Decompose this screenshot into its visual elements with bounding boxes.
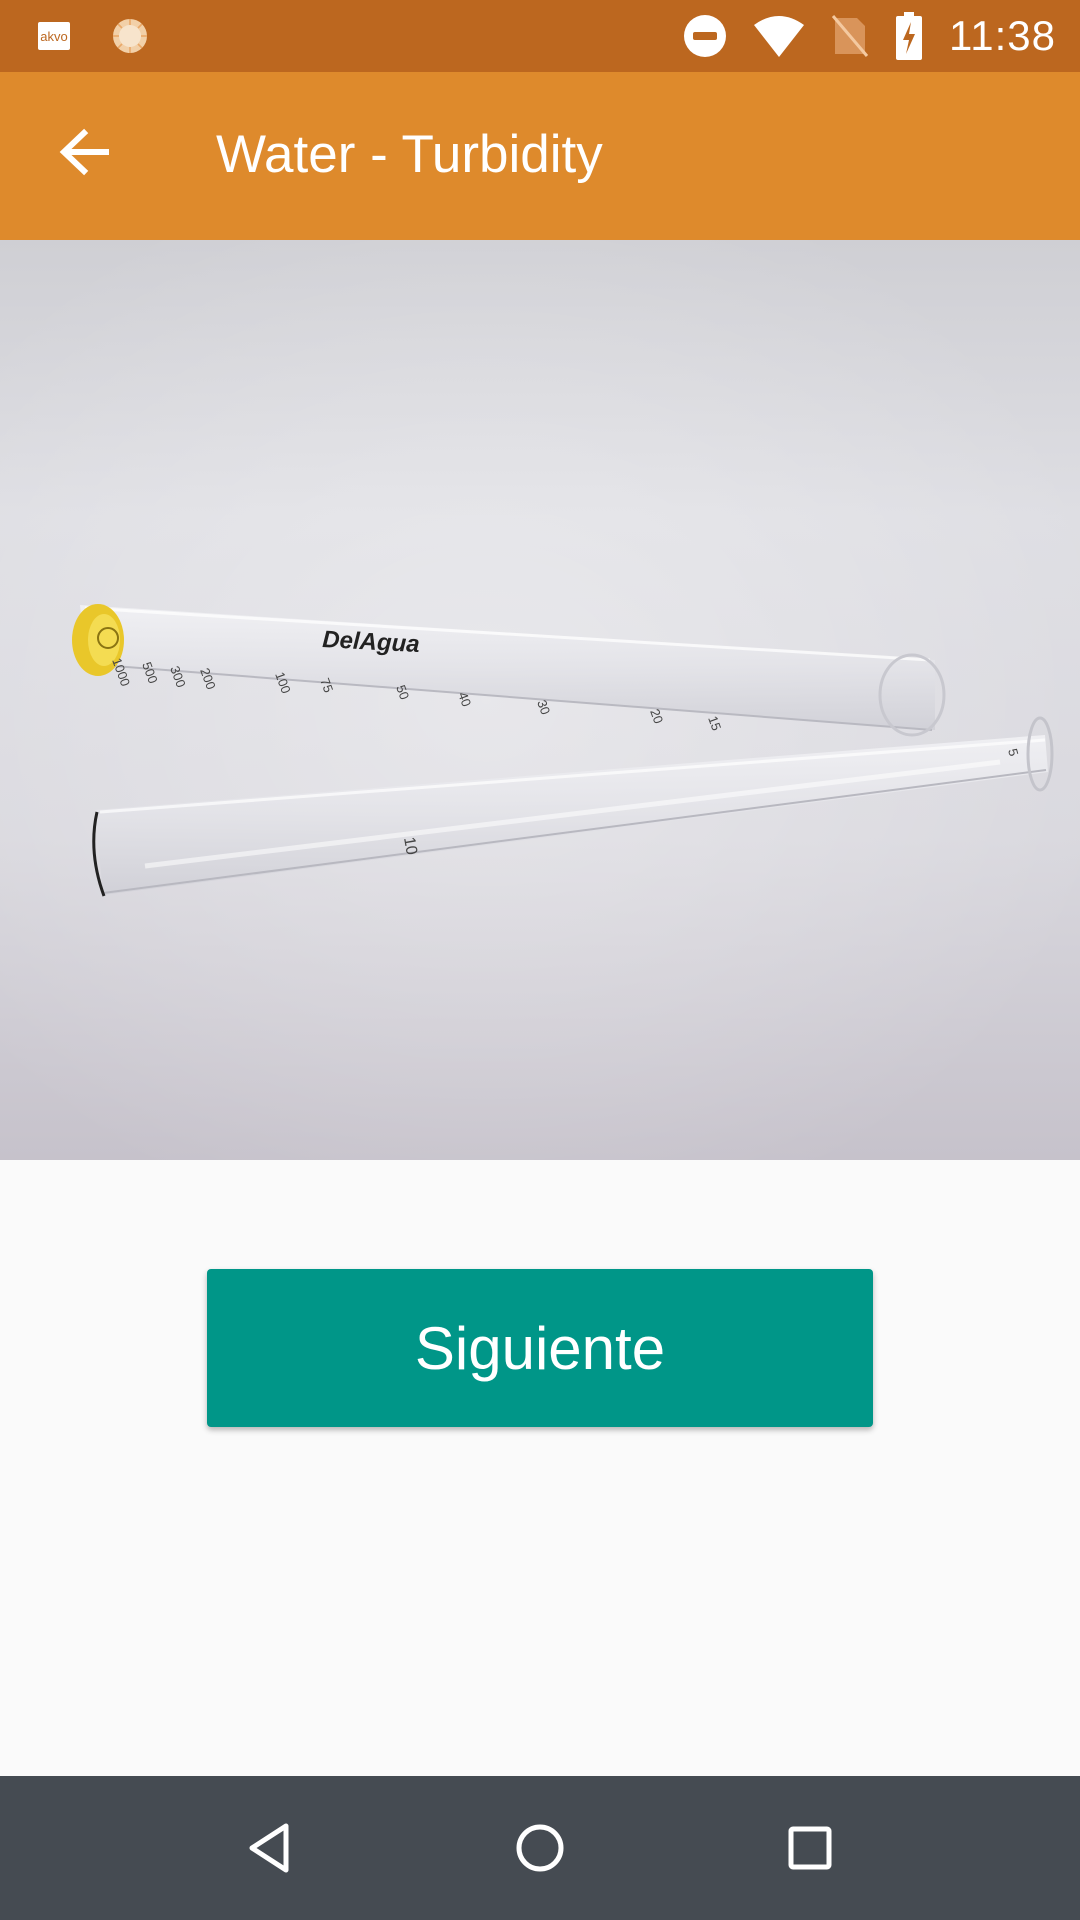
clock: 11:38: [949, 12, 1056, 59]
back-button[interactable]: [44, 112, 124, 192]
home-circle-icon: [516, 1824, 564, 1872]
no-sim-icon: [831, 15, 869, 57]
nav-home-button[interactable]: [500, 1808, 580, 1888]
arrow-back-icon: [59, 128, 109, 176]
turbidity-tube-image: 1000 500 300 200 100 75 50 40 30 20 15 1…: [0, 240, 1080, 1160]
nav-recents-button[interactable]: [770, 1808, 850, 1888]
navigation-bar: [0, 1776, 1080, 1920]
back-triangle-icon: [249, 1823, 289, 1873]
app-bar: Water - Turbidity: [0, 72, 1080, 240]
sun-icon: [113, 19, 147, 53]
battery-charging-icon: [896, 12, 922, 60]
brand-label: DelAgua: [322, 626, 421, 658]
nav-back-button[interactable]: [230, 1808, 310, 1888]
akvo-icon: akvo: [38, 22, 70, 50]
system-icons: 11:38: [683, 0, 1056, 72]
akvo-badge-text: akvo: [40, 28, 68, 44]
tube-mark: 10: [400, 836, 420, 857]
do-not-disturb-icon: [684, 15, 726, 57]
next-button[interactable]: Siguiente: [207, 1269, 873, 1427]
wifi-icon: [754, 16, 804, 57]
status-bar: akvo 11:38: [0, 0, 1080, 72]
notification-icons: akvo: [38, 16, 150, 56]
recents-square-icon: [788, 1826, 832, 1870]
page-title: Water - Turbidity: [216, 125, 603, 184]
